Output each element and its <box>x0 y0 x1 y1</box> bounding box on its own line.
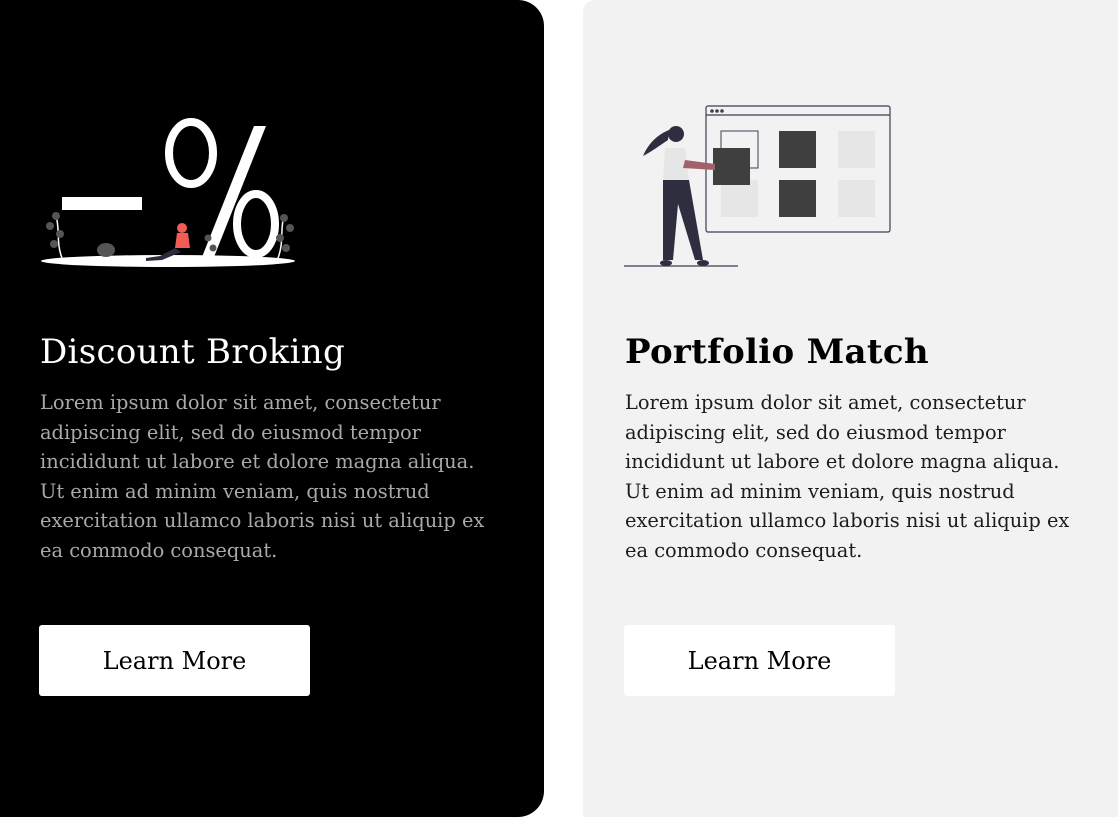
card-description: Lorem ipsum dolor sit amet, consectetur … <box>40 391 485 562</box>
discount-illustration <box>41 118 295 267</box>
card-description: Lorem ipsum dolor sit amet, consectetur … <box>625 391 1070 562</box>
card-title: Discount Broking <box>40 332 346 372</box>
learn-more-button[interactable]: Learn More <box>39 625 310 696</box>
learn-more-button[interactable]: Learn More <box>624 625 895 696</box>
portfolio-match-card: Portfolio Match Lorem ipsum dolor sit am… <box>583 0 1118 817</box>
card-title: Portfolio Match <box>625 332 929 372</box>
discount-broking-card: Discount Broking Lorem ipsum dolor sit a… <box>0 0 544 817</box>
portfolio-illustration <box>624 105 891 267</box>
